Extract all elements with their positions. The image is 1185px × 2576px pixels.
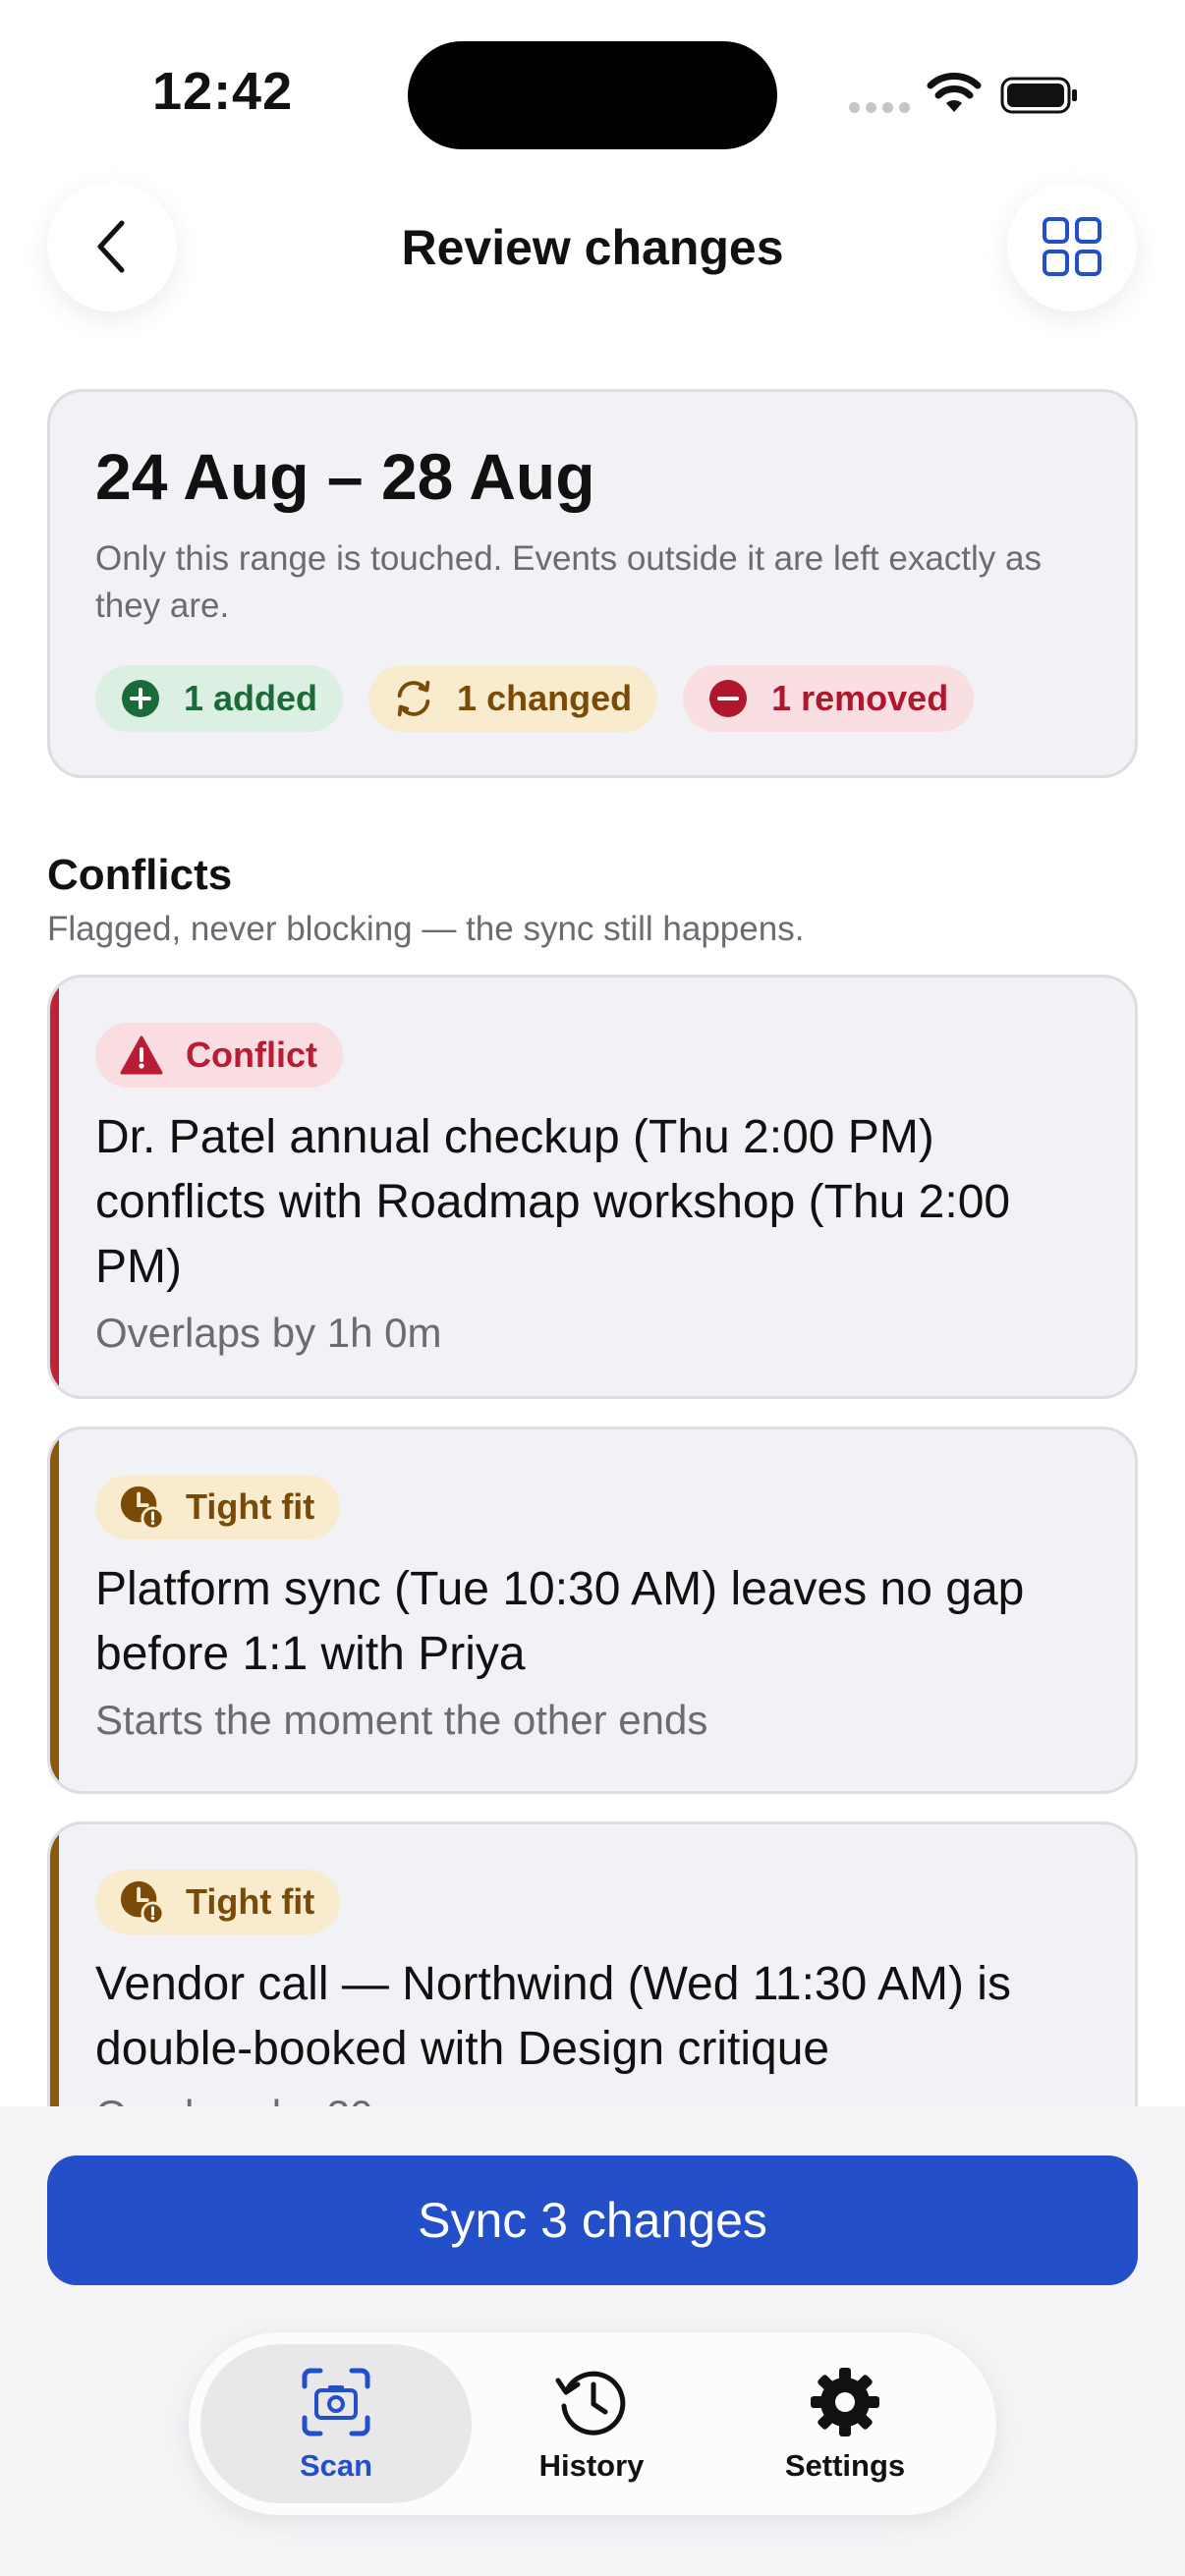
tab-bar: Scan History Settings <box>189 2332 996 2515</box>
conflict-detail: Overlaps by 1h 0m <box>95 1310 442 1356</box>
tab-history-label: History <box>538 2448 645 2483</box>
wifi-icon <box>927 73 982 112</box>
status-time: 12:42 <box>152 62 294 121</box>
date-range: 24 Aug – 28 Aug <box>95 440 595 513</box>
added-count-pill: 1 added <box>95 665 344 732</box>
conflict-title: Dr. Patel annual checkup (Thu 2:00 PM) c… <box>95 1111 1011 1293</box>
change-counts: 1 added 1 changed 1 removed <box>95 665 975 732</box>
clock-alert-icon <box>119 1879 164 1926</box>
changed-count-pill: 1 changed <box>368 665 658 732</box>
gear-icon <box>807 2364 883 2440</box>
removed-count-pill: 1 removed <box>683 665 975 732</box>
grid-view-button[interactable] <box>1007 182 1137 311</box>
conflicts-title: Conflicts <box>47 851 233 899</box>
tight-fit-detail: Overlaps by 30m <box>95 2092 407 2106</box>
header: Review changes <box>0 182 1185 313</box>
tight-fit-badge: Tight fit <box>95 1475 341 1540</box>
added-count-label: 1 added <box>184 678 318 718</box>
changed-count-label: 1 changed <box>457 678 633 718</box>
plus-circle-icon <box>119 677 162 720</box>
tight-fit-badge-label: Tight fit <box>186 1881 315 1922</box>
tab-history[interactable]: History <box>456 2344 727 2503</box>
tab-settings[interactable]: Settings <box>709 2344 981 2503</box>
grid-icon <box>1043 217 1101 276</box>
camera-scan-icon <box>298 2364 374 2440</box>
summary-card: 24 Aug – 28 Aug Only this range is touch… <box>47 389 1138 778</box>
removed-count-label: 1 removed <box>771 678 949 718</box>
tight-fit-badge-label: Tight fit <box>186 1486 315 1527</box>
tight-fit-title: Platform sync (Tue 10:30 AM) leaves no g… <box>95 1563 1025 1680</box>
refresh-icon <box>392 677 435 720</box>
battery-icon <box>1000 77 1077 114</box>
minus-circle-icon <box>706 677 750 720</box>
clock-alert-icon <box>119 1484 164 1531</box>
tab-scan[interactable]: Scan <box>200 2344 472 2503</box>
warning-icon <box>119 1033 164 1078</box>
bottom-bar: Sync 3 changes Scan History Settings <box>0 2106 1185 2576</box>
tight-fit-detail: Starts the moment the other ends <box>95 1697 708 1743</box>
conflict-badge: Conflict <box>95 1023 343 1088</box>
tight-fit-card[interactable]: Tight fit Vendor call — Northwind (Wed 1… <box>47 1821 1138 2106</box>
tight-fit-title: Vendor call — Northwind (Wed 11:30 AM) i… <box>95 1958 1011 2075</box>
sync-button[interactable]: Sync 3 changes <box>47 2156 1138 2285</box>
cellular-signal-icon <box>849 102 910 113</box>
tight-fit-badge: Tight fit <box>95 1870 341 1934</box>
conflicts-subtitle: Flagged, never blocking — the sync still… <box>47 910 805 948</box>
conflict-badge-label: Conflict <box>186 1035 317 1075</box>
dynamic-island <box>408 41 777 149</box>
tight-fit-card[interactable]: Tight fit Platform sync (Tue 10:30 AM) l… <box>47 1427 1138 1794</box>
tab-scan-label: Scan <box>299 2448 373 2483</box>
range-note: Only this range is touched. Events outsi… <box>95 539 1042 625</box>
tab-settings-label: Settings <box>784 2448 906 2483</box>
conflicts-list[interactable]: Conflict Dr. Patel annual checkup (Thu 2… <box>0 973 1185 2106</box>
conflict-card[interactable]: Conflict Dr. Patel annual checkup (Thu 2… <box>47 975 1138 1399</box>
status-bar: 12:42 <box>0 0 1185 149</box>
history-icon <box>553 2364 630 2440</box>
